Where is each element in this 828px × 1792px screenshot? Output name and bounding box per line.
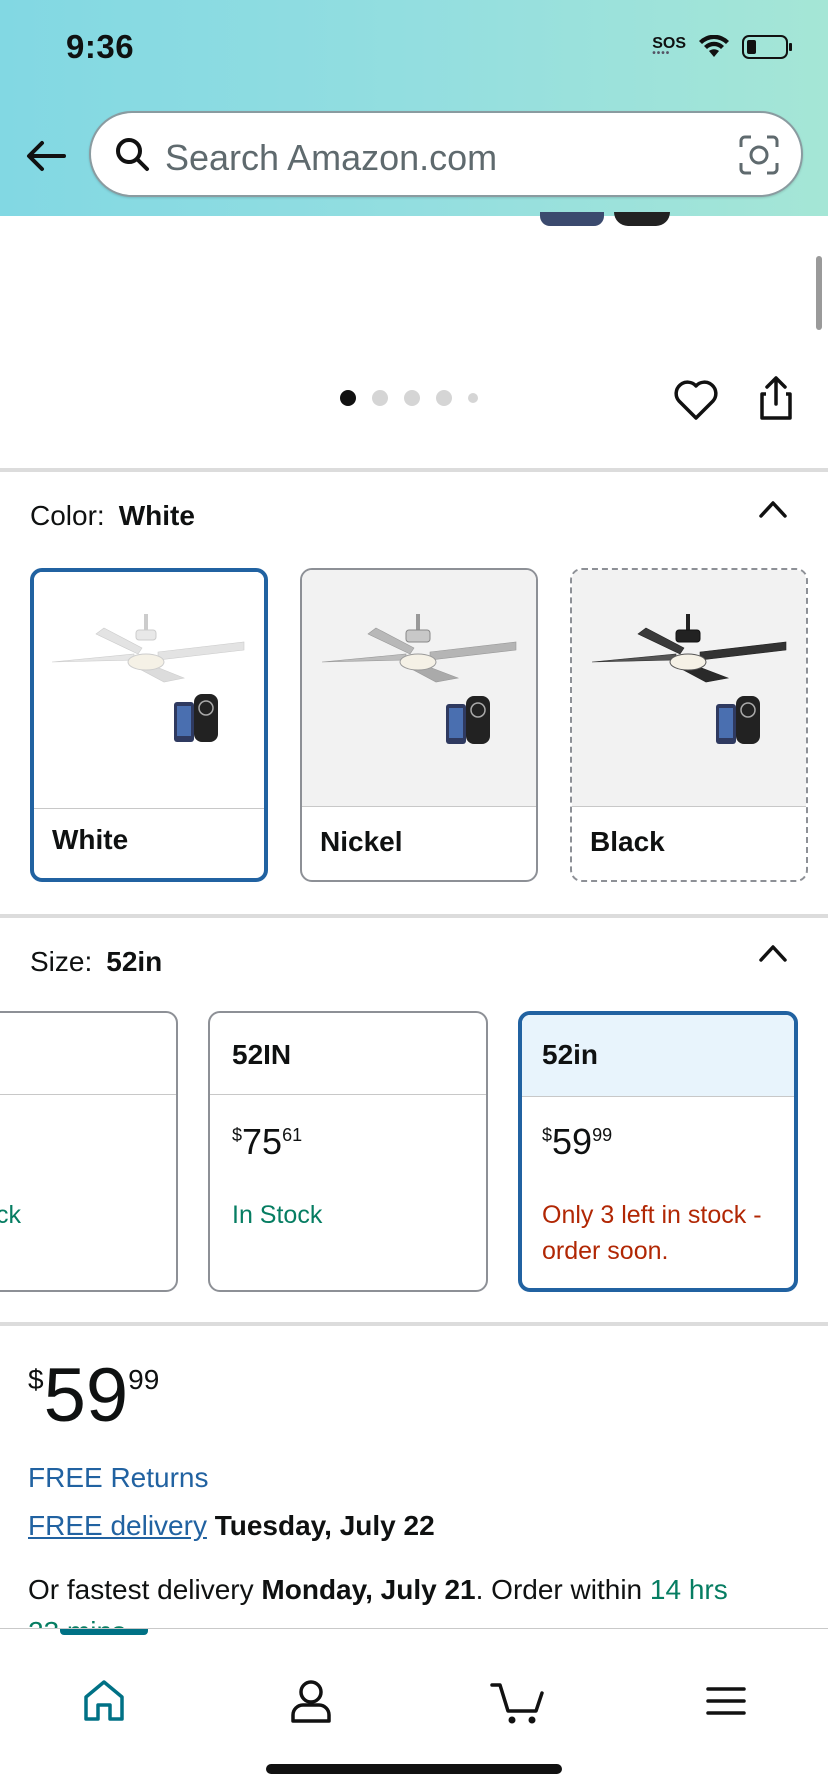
active-tab-indicator <box>60 1629 148 1635</box>
product-image-fragment <box>614 212 670 226</box>
countdown-continued: 23 mins <box>28 1616 126 1628</box>
size-option-title: 52IN <box>232 1039 292 1070</box>
search-placeholder: Search Amazon.com <box>165 137 498 178</box>
camera-lens-icon[interactable] <box>737 133 781 177</box>
battery-icon <box>742 35 792 59</box>
color-label-text: Color: <box>30 500 105 531</box>
carousel-dots <box>340 390 478 406</box>
free-delivery-link[interactable]: FREE delivery <box>28 1510 207 1541</box>
menu-icon[interactable] <box>700 1675 752 1727</box>
chevron-up-icon[interactable] <box>756 941 790 965</box>
carousel-dot[interactable] <box>404 390 420 406</box>
size-option-title: 52in <box>542 1039 599 1070</box>
app-header: 9:36 SOS •••• Search Amazon.com <box>0 0 828 216</box>
swatch-divider <box>34 808 264 809</box>
carousel-dot[interactable] <box>340 390 356 406</box>
size-option-price: $7561 <box>232 1121 303 1162</box>
size-label-text: Size: <box>30 946 93 977</box>
delivery-date: Tuesday, July 22 <box>214 1510 435 1541</box>
chevron-up-icon[interactable] <box>756 497 790 521</box>
carousel-dot[interactable] <box>436 390 452 406</box>
status-time: 9:36 <box>66 28 135 65</box>
product-price: $5999 <box>28 1353 160 1438</box>
color-option-label: White <box>52 824 129 855</box>
section-divider <box>0 914 828 918</box>
size-option-stock: Only 3 left in stock - order soon. <box>542 1201 762 1265</box>
fastest-delivery-info: Or fastest delivery Monday, July 21. Ord… <box>28 1574 728 1605</box>
home-indicator[interactable] <box>266 1764 562 1774</box>
swatch-divider <box>572 806 806 807</box>
product-thumbnail <box>302 570 536 806</box>
size-option-52in[interactable]: 52in $5999 Only 3 left in stock - order … <box>518 1011 798 1292</box>
product-image-fragment <box>540 212 604 226</box>
heart-icon[interactable] <box>673 378 719 422</box>
size-selected-value: 52in <box>106 946 163 977</box>
countdown: 14 hrs <box>649 1574 728 1605</box>
back-arrow-icon[interactable] <box>24 134 68 178</box>
ceiling-fan-image <box>591 614 787 744</box>
ceiling-fan-image <box>51 614 245 742</box>
carousel-dot[interactable] <box>468 393 478 403</box>
size-option-partial[interactable]: ck <box>0 1011 178 1292</box>
product-thumbnail <box>34 572 264 808</box>
swatch-divider <box>302 806 536 807</box>
color-option-nickel[interactable]: Nickel <box>300 568 538 882</box>
search-icon <box>116 138 149 171</box>
cart-icon[interactable] <box>490 1675 546 1727</box>
color-label: Color: White <box>30 500 195 532</box>
home-icon[interactable] <box>78 1675 130 1727</box>
status-icons: SOS •••• <box>652 34 794 60</box>
search-input[interactable]: Search Amazon.com <box>89 111 803 197</box>
product-thumbnail <box>572 570 806 806</box>
color-option-label: Black <box>590 826 665 857</box>
color-option-black[interactable]: Black <box>570 568 808 882</box>
sos-indicator: SOS •••• <box>652 36 686 59</box>
size-option-price: $5999 <box>542 1121 613 1162</box>
size-option-52IN[interactable]: 52IN $7561 In Stock <box>208 1011 488 1292</box>
color-selected-value: White <box>118 500 195 531</box>
section-divider <box>0 1322 828 1326</box>
color-option-white[interactable]: White <box>30 568 268 882</box>
share-icon[interactable] <box>756 374 796 422</box>
free-returns-link[interactable]: FREE Returns <box>28 1462 209 1494</box>
section-divider <box>0 468 828 472</box>
size-label: Size: 52in <box>30 946 162 978</box>
color-option-label: Nickel <box>320 826 403 857</box>
ceiling-fan-image <box>321 614 517 744</box>
size-option-stock: ck <box>0 1201 21 1229</box>
size-option-header: 52IN <box>210 1013 486 1095</box>
account-icon[interactable] <box>285 1675 337 1727</box>
size-option-stock: In Stock <box>232 1201 323 1229</box>
scrollbar[interactable] <box>816 256 822 330</box>
size-option-header: 52in <box>522 1015 794 1097</box>
delivery-info: FREE delivery Tuesday, July 22 <box>28 1510 435 1542</box>
size-option-header <box>0 1013 176 1095</box>
carousel-dot[interactable] <box>372 390 388 406</box>
wifi-icon <box>699 35 729 57</box>
